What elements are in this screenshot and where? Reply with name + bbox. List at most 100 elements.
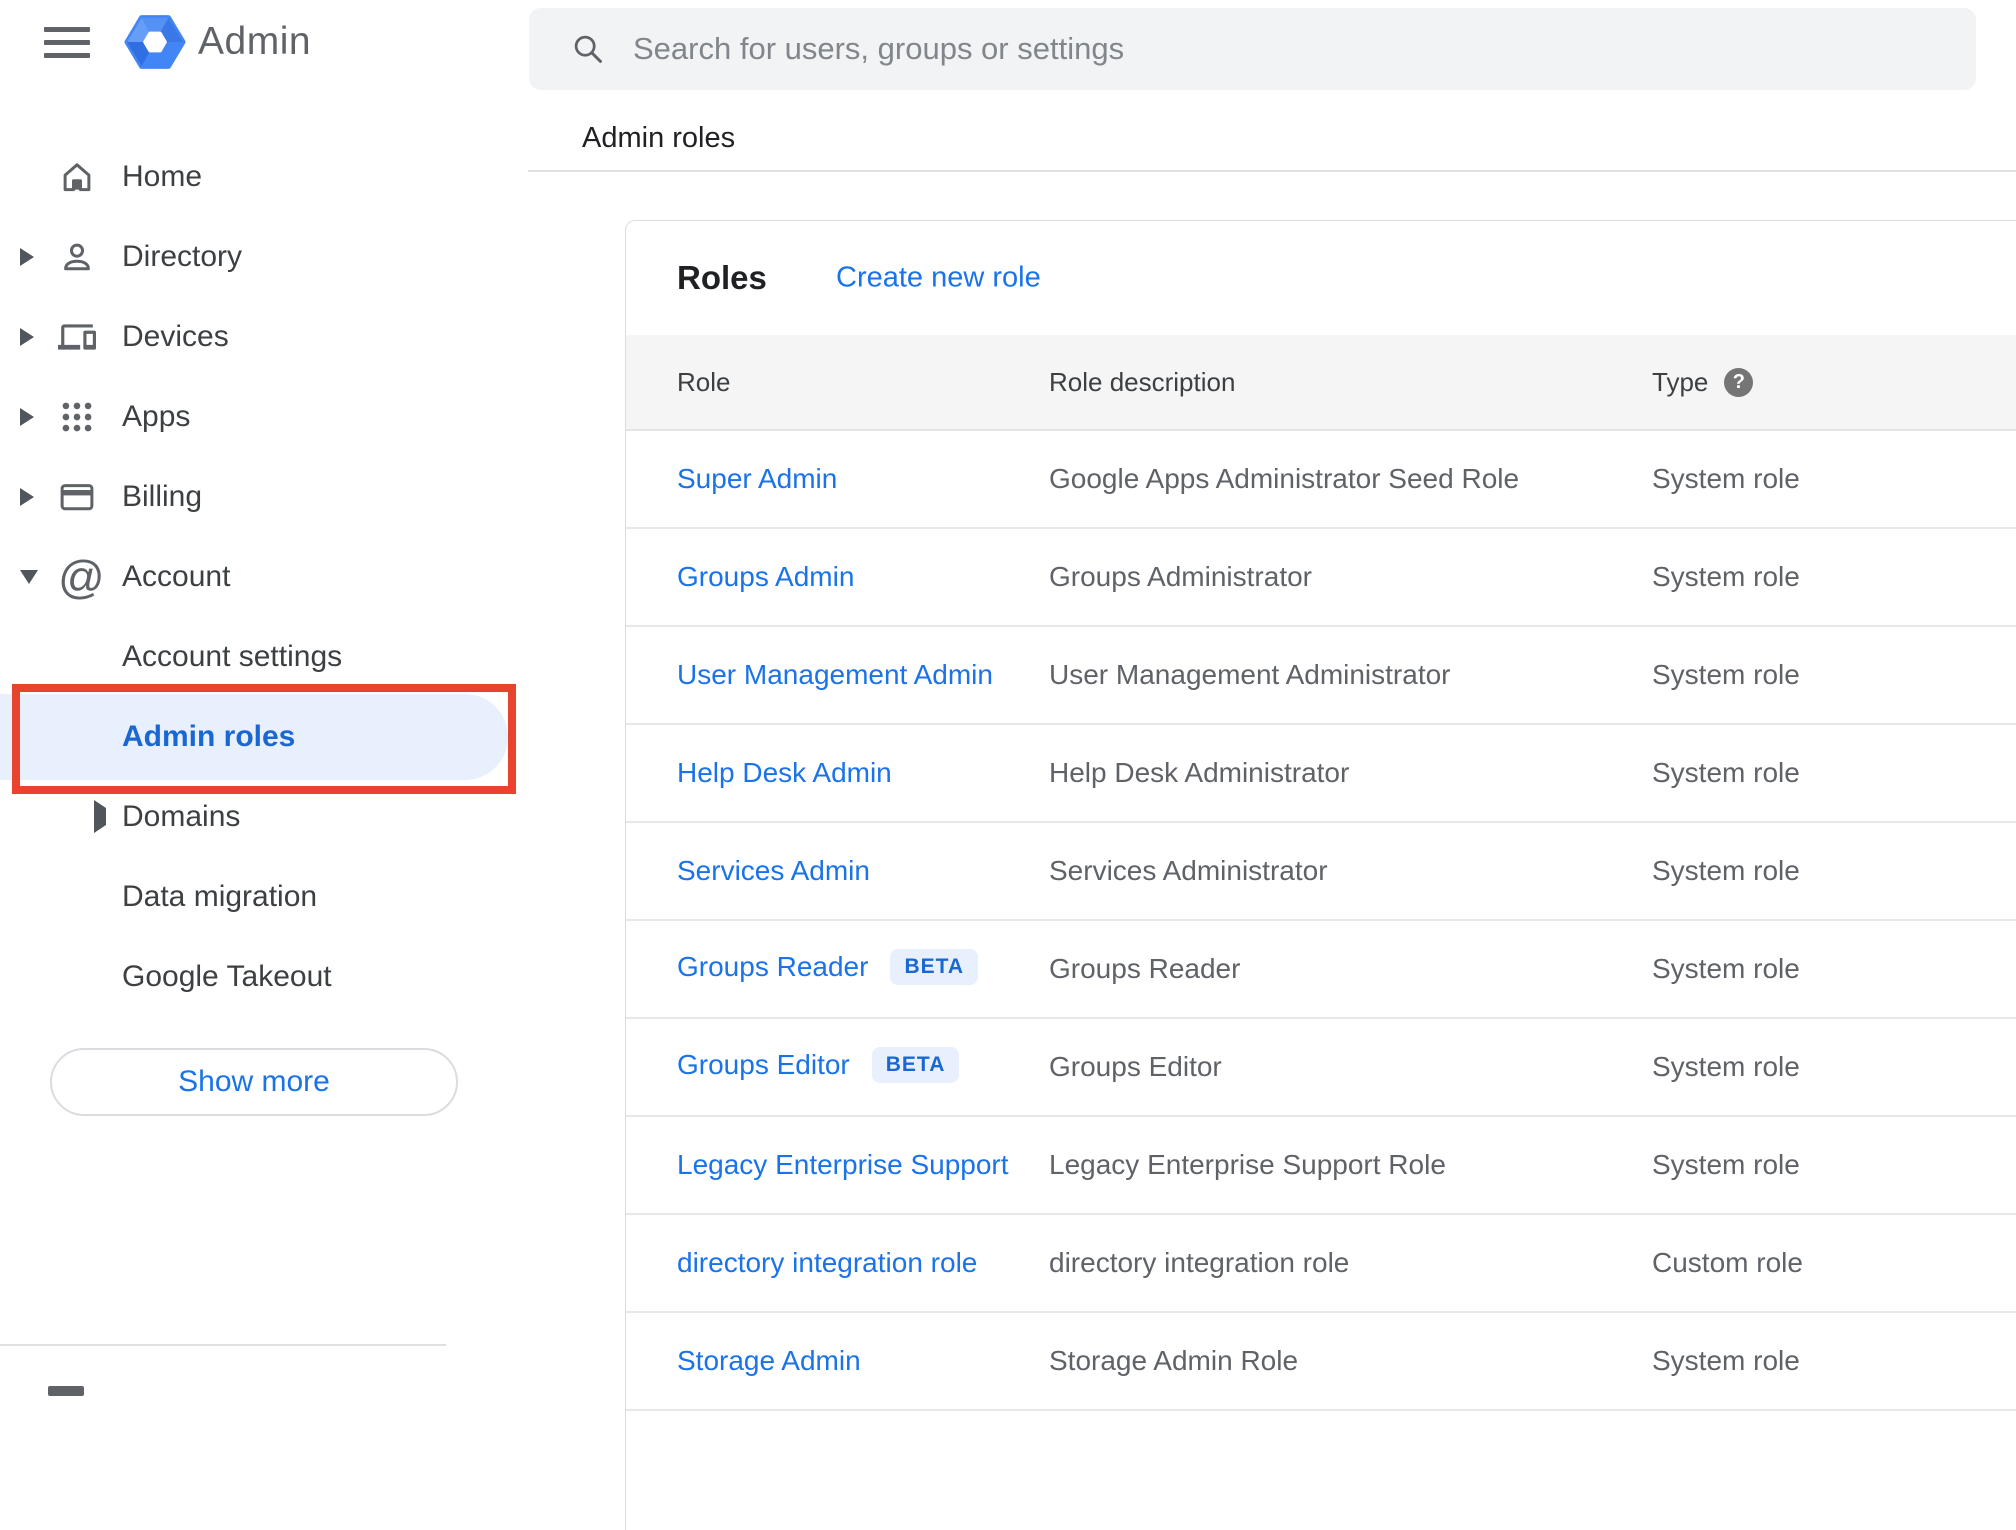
app-title: Admin <box>198 20 312 63</box>
table-row: Super Admin Google Apps Administrator See… <box>626 431 2016 529</box>
sidebar-item-account-settings[interactable]: Account settings <box>0 617 528 697</box>
role-link[interactable]: directory integration role <box>677 1247 977 1278</box>
table-row: Groups Reader BETA Groups Reader System rol… <box>626 921 2016 1019</box>
menu-icon[interactable] <box>44 27 90 59</box>
triangle-glyph <box>20 328 34 346</box>
role-cell: Storage Admin <box>677 1345 1049 1377</box>
sidebar-item-label: Admin roles <box>122 720 296 753</box>
role-cell: Groups Editor BETA <box>677 1046 1049 1086</box>
admin-logo-icon <box>124 15 186 69</box>
sidebar-item-admin-roles[interactable]: Admin roles <box>0 694 528 780</box>
role-description: Legacy Enterprise Support Role <box>1049 1149 1446 1180</box>
triangle-glyph <box>20 408 34 426</box>
sidebar-item-directory[interactable]: Directory <box>0 217 528 297</box>
role-link[interactable]: Storage Admin <box>677 1345 861 1376</box>
role-type: System role <box>1652 463 1800 494</box>
role-type: System role <box>1652 659 1800 690</box>
search-icon <box>574 35 602 63</box>
role-link[interactable]: Groups Reader <box>677 951 868 982</box>
role-description: Groups Editor <box>1049 1051 1222 1082</box>
search-bar[interactable] <box>529 8 1976 90</box>
triangle-glyph <box>20 570 38 584</box>
credit-card-icon <box>58 478 122 516</box>
role-link[interactable]: Legacy Enterprise Support <box>677 1149 1009 1180</box>
partially-visible-icon <box>48 1386 84 1396</box>
role-cell: Groups Reader BETA <box>677 948 1049 988</box>
role-description: Google Apps Administrator Seed Role <box>1049 463 1520 494</box>
role-cell: User Management Admin <box>677 659 1049 691</box>
sidebar-item-label: Domains <box>122 800 241 833</box>
sidebar-item-label: Account settings <box>122 640 343 673</box>
table-row: Groups Admin Groups Administrator System r… <box>626 529 2016 627</box>
sidebar-item-label: Google Takeout <box>122 960 332 993</box>
sidebar-item-label: Account <box>122 560 231 593</box>
role-description: Storage Admin Role <box>1049 1345 1299 1376</box>
create-new-role-link[interactable]: Create new role <box>836 262 1041 295</box>
chevron-right-icon <box>94 800 106 833</box>
role-type: Custom role <box>1652 1247 1803 1278</box>
chevron-right-icon[interactable] <box>20 408 58 426</box>
sidebar-nav: Home Directory Devices Apps Billing @ Account A… <box>0 137 528 1017</box>
sidebar-item-data-migration[interactable]: Data migration <box>0 857 528 937</box>
role-type: System role <box>1652 855 1800 886</box>
role-type: System role <box>1652 757 1800 788</box>
chevron-down-icon[interactable] <box>20 570 58 584</box>
role-link[interactable]: Groups Admin <box>677 561 854 592</box>
apps-grid-icon <box>58 398 122 436</box>
role-cell: Services Admin <box>677 855 1049 887</box>
sidebar-item-label: Home <box>122 160 203 193</box>
role-type: System role <box>1652 953 1800 984</box>
sidebar-item-account[interactable]: @ Account <box>0 537 528 617</box>
column-header-role-description: Role description <box>1049 366 1236 397</box>
role-cell: Help Desk Admin <box>677 757 1049 789</box>
role-type: System role <box>1652 561 1800 592</box>
triangle-glyph <box>94 800 106 833</box>
table-row: Legacy Enterprise Support Legacy Enterpri… <box>626 1117 2016 1215</box>
sidebar-item-devices[interactable]: Devices <box>0 297 528 377</box>
role-description: directory integration role <box>1049 1247 1350 1278</box>
role-link[interactable]: Groups Editor <box>677 1049 850 1080</box>
chevron-right-icon[interactable] <box>20 248 58 266</box>
search-input[interactable] <box>633 19 1976 79</box>
role-description: Groups Administrator <box>1049 561 1312 592</box>
at-sign-icon: @ <box>58 551 105 603</box>
sidebar-item-domains[interactable]: Domains <box>0 777 528 857</box>
role-type: System role <box>1652 1149 1800 1180</box>
breadcrumb: Admin roles <box>582 122 736 154</box>
role-description: User Management Administrator <box>1049 659 1451 690</box>
roles-table-body: Super Admin Google Apps Administrator See… <box>626 431 2016 1411</box>
table-header-row: Role Role description Type ? <box>626 335 2016 431</box>
sidebar-item-label: Billing <box>122 480 203 513</box>
chevron-right-icon[interactable] <box>20 488 58 506</box>
role-link[interactable]: Services Admin <box>677 855 870 886</box>
sidebar-item-apps[interactable]: Apps <box>0 377 528 457</box>
home-icon <box>58 158 122 196</box>
role-description: Groups Reader <box>1049 953 1241 984</box>
role-description: Services Administrator <box>1049 855 1328 886</box>
table-row: Groups Editor BETA Groups Editor System rol… <box>626 1019 2016 1117</box>
table-row: directory integration role directory inte… <box>626 1215 2016 1313</box>
show-more-button[interactable]: Show more <box>50 1048 458 1116</box>
beta-badge: BETA <box>890 948 979 985</box>
chevron-right-icon[interactable] <box>20 328 58 346</box>
role-description: Help Desk Administrator <box>1049 757 1350 788</box>
sidebar-divider <box>0 1344 446 1346</box>
help-icon[interactable]: ? <box>1724 367 1754 397</box>
role-cell: directory integration role <box>677 1247 1049 1279</box>
column-header-role: Role <box>677 366 731 397</box>
column-header-type: Type ? <box>1652 367 2016 398</box>
role-cell: Groups Admin <box>677 561 1049 593</box>
sidebar-item-label: Apps <box>122 400 191 433</box>
sidebar-item-label: Directory <box>122 240 243 273</box>
triangle-glyph <box>20 488 34 506</box>
sidebar-item-google-takeout[interactable]: Google Takeout <box>0 937 528 1017</box>
role-type: System role <box>1652 1345 1800 1376</box>
table-row: Storage Admin Storage Admin Role System ro… <box>626 1313 2016 1411</box>
sidebar-item-billing[interactable]: Billing <box>0 457 528 537</box>
role-link[interactable]: Super Admin <box>677 463 837 494</box>
role-link[interactable]: User Management Admin <box>677 659 993 690</box>
role-link[interactable]: Help Desk Admin <box>677 757 892 788</box>
role-type: System role <box>1652 1051 1800 1082</box>
sidebar-item-home[interactable]: Home <box>0 137 528 217</box>
devices-icon <box>58 318 122 356</box>
